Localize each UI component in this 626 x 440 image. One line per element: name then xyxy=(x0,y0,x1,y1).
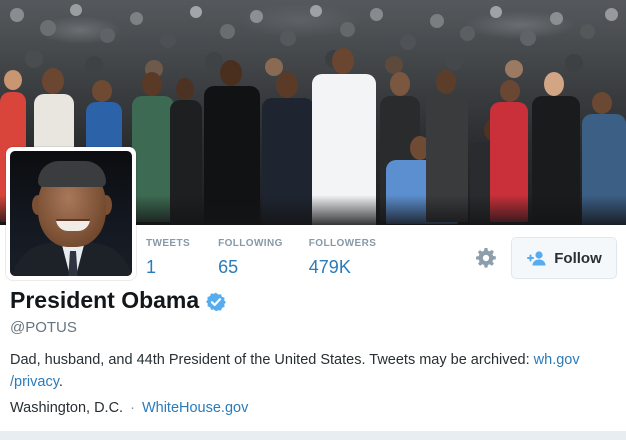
stat-value: 1 xyxy=(146,257,157,277)
profile-website-link[interactable]: WhiteHouse.gov xyxy=(142,400,248,416)
bio-end: . xyxy=(58,374,63,390)
profile-location-row: Washington, D.C. · WhiteHouse.gov xyxy=(10,400,248,416)
bio-link-part2[interactable]: /privacy xyxy=(10,374,59,390)
add-user-icon xyxy=(526,250,548,266)
stat-tweets[interactable]: TWEETS 1 xyxy=(146,238,190,278)
divider xyxy=(0,282,626,283)
separator: · xyxy=(130,400,135,416)
stat-value: 65 xyxy=(218,257,239,277)
stat-following[interactable]: FOLLOWING 65 xyxy=(218,238,283,278)
follow-label: Follow xyxy=(554,249,602,267)
follow-button[interactable]: Follow xyxy=(511,237,617,279)
profile-stats: TWEETS 1 FOLLOWING 65 FOLLOWERS 479K xyxy=(146,238,404,278)
stat-value: 479K xyxy=(308,257,351,277)
profile-handle[interactable]: @POTUS xyxy=(10,319,77,336)
bottom-strip xyxy=(0,431,626,440)
stat-label: TWEETS xyxy=(146,238,191,249)
profile-name[interactable]: President Obama xyxy=(10,287,199,314)
stat-label: FOLLOWING xyxy=(218,238,283,249)
verified-badge-icon[interactable] xyxy=(206,292,227,312)
profile-bio: Dad, husband, and 44th President of the … xyxy=(10,349,622,393)
bio-link-part1[interactable]: wh.gov xyxy=(534,352,580,368)
stat-followers[interactable]: FOLLOWERS 479K xyxy=(309,238,376,278)
stat-label: FOLLOWERS xyxy=(308,238,377,249)
profile-location: Washington, D.C. xyxy=(10,400,124,416)
avatar-photo xyxy=(10,151,132,276)
gear-icon[interactable] xyxy=(474,246,498,270)
bio-text: Dad, husband, and 44th President of the … xyxy=(10,352,534,368)
profile-name-row: President Obama xyxy=(10,287,227,314)
profile-avatar[interactable] xyxy=(6,147,136,280)
